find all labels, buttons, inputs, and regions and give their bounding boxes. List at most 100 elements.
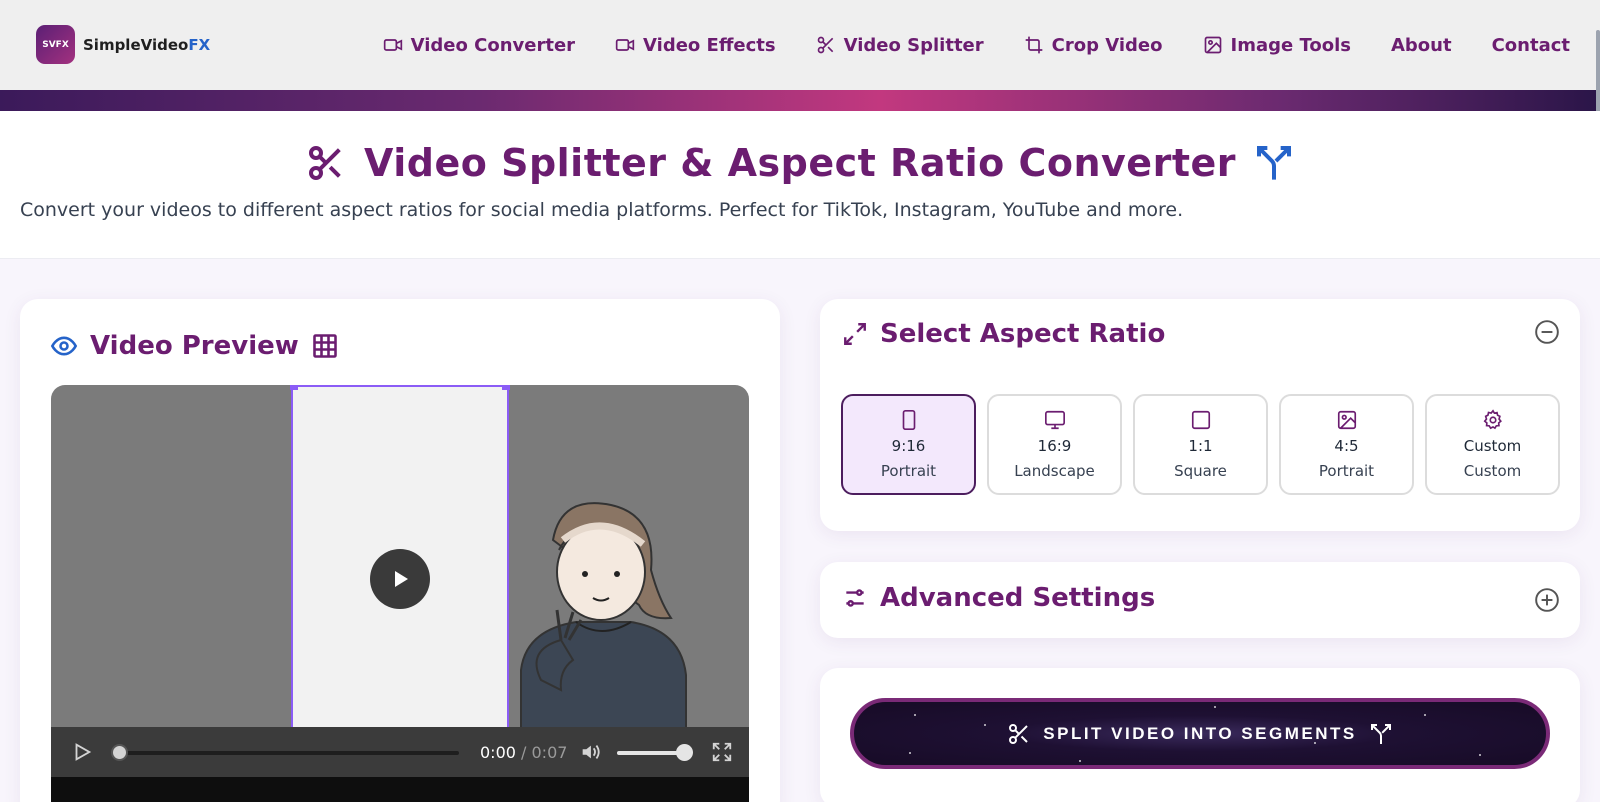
ratio-value: 16:9 [1037, 437, 1072, 455]
advanced-settings-card[interactable]: Advanced Settings [820, 562, 1580, 638]
time-separator: / [515, 743, 532, 762]
ratio-value: 1:1 [1188, 437, 1213, 455]
brand-logo[interactable]: SVFX SimpleVideoFX [36, 25, 210, 64]
video-letterbox [51, 777, 749, 802]
fullscreen-icon[interactable] [711, 741, 733, 763]
page-subtitle: Convert your videos to different aspect … [20, 199, 1184, 221]
sparkle [984, 724, 986, 726]
sparkle [1214, 706, 1216, 708]
ratio-value: 9:16 [891, 437, 926, 455]
sparkle [914, 714, 916, 716]
split-action-card: SPLIT VIDEO INTO SEGMENTS [820, 668, 1580, 802]
ratio-option-16-9[interactable]: 16:9 Landscape [987, 394, 1122, 495]
scissors-icon [817, 36, 833, 54]
brand-name-prefix: SimpleVideo [83, 35, 189, 54]
split-video-label: SPLIT VIDEO INTO SEGMENTS [1043, 723, 1357, 743]
phone-icon [902, 410, 915, 430]
main-nav: Video Converter Video Effects Video Spli… [343, 0, 1570, 90]
nav-video-converter[interactable]: Video Converter [383, 35, 575, 56]
crop-handle-left[interactable] [290, 385, 298, 390]
video-preview-title: Video Preview [90, 331, 299, 361]
scissors-icon [1009, 723, 1028, 744]
brand-name-suffix: FX [188, 35, 211, 54]
video-preview-card: Video Preview 0:00 / 0:07 [20, 299, 780, 802]
current-time: 0:00 [480, 743, 516, 762]
eye-icon [50, 336, 78, 356]
ratio-label: Portrait [1318, 462, 1375, 480]
ratio-label: Portrait [880, 462, 937, 480]
image-icon [1204, 36, 1221, 54]
ratio-label: Custom [1463, 462, 1522, 480]
advanced-settings-header[interactable]: Advanced Settings [842, 583, 1155, 613]
crop-handle-right[interactable] [502, 385, 510, 390]
nav-label: Image Tools [1230, 34, 1351, 56]
video-camera-icon [383, 39, 402, 51]
sliders-icon [846, 589, 864, 607]
play-icon [395, 571, 408, 587]
logo-mark-text: SVFX [42, 39, 69, 50]
ratio-option-4-5[interactable]: 4:5 Portrait [1279, 394, 1414, 495]
logo-mark: SVFX [36, 25, 75, 64]
video-preview-header: Video Preview [50, 331, 339, 361]
sparkle [1424, 714, 1426, 716]
aspect-ratio-options: 9:16 Portrait 16:9 Landscape 1:1 Square … [841, 394, 1560, 495]
nav-video-splitter[interactable]: Video Splitter [816, 35, 984, 56]
nav-contact[interactable]: Contact [1492, 35, 1570, 56]
aspect-ratio-card: Select Aspect Ratio 9:16 Portrait 16:9 L… [820, 299, 1580, 531]
grid-icon[interactable] [311, 332, 339, 360]
top-navigation-bar: SVFX SimpleVideoFX Video Converter Video… [0, 0, 1600, 90]
sparkle [909, 752, 911, 754]
split-arrows-icon [1257, 146, 1291, 180]
nav-label: About [1390, 34, 1452, 56]
time-display: 0:00 / 0:07 [480, 743, 567, 762]
seek-thumb[interactable] [111, 744, 128, 761]
ratio-option-9-16[interactable]: 9:16 Portrait [841, 394, 976, 495]
sparkle [1314, 742, 1316, 744]
nav-label: Crop Video [1051, 34, 1163, 56]
nav-label: Video Splitter [843, 34, 984, 56]
seek-bar[interactable] [119, 751, 459, 755]
video-frame-illustration [520, 502, 687, 730]
gear-icon [1483, 409, 1502, 430]
total-time: 0:07 [531, 743, 568, 762]
play-icon[interactable] [71, 741, 93, 763]
nav-image-tools[interactable]: Image Tools [1203, 35, 1351, 56]
ratio-value: Custom [1463, 437, 1522, 455]
video-controls-bar: 0:00 / 0:07 [51, 727, 749, 777]
volume-thumb[interactable] [676, 744, 693, 761]
monitor-icon [1044, 410, 1065, 430]
aspect-ratio-header[interactable]: Select Aspect Ratio [842, 319, 1165, 349]
play-overlay-button[interactable] [370, 549, 430, 609]
volume-slider[interactable] [617, 751, 683, 755]
page-title-row: Video Splitter & Aspect Ratio Converter [0, 141, 1600, 185]
ratio-label: Square [1174, 462, 1227, 480]
expand-arrows-icon [844, 323, 866, 345]
ratio-label: Landscape [1014, 462, 1095, 480]
nav-label: Video Converter [410, 34, 576, 56]
advanced-settings-title: Advanced Settings [880, 583, 1156, 613]
ratio-value: 4:5 [1334, 437, 1359, 455]
page-title: Video Splitter & Aspect Ratio Converter [364, 141, 1236, 185]
aspect-ratio-title: Select Aspect Ratio [880, 319, 1166, 349]
split-arrows-icon [1370, 723, 1391, 744]
split-video-button[interactable]: SPLIT VIDEO INTO SEGMENTS [850, 698, 1550, 769]
video-camera-icon [615, 39, 635, 51]
nav-about[interactable]: About [1391, 35, 1452, 56]
expand-icon[interactable] [1534, 587, 1560, 613]
nav-crop-video[interactable]: Crop Video [1024, 35, 1163, 56]
header-gradient-bar [0, 90, 1600, 111]
crop-icon [1025, 36, 1042, 54]
square-icon [1191, 410, 1210, 430]
nav-label: Video Effects [643, 34, 776, 56]
ratio-option-1-1[interactable]: 1:1 Square [1133, 394, 1268, 495]
image-icon [1337, 410, 1356, 430]
nav-video-effects[interactable]: Video Effects [615, 35, 776, 56]
scissors-icon [309, 146, 341, 180]
brand-name: SimpleVideoFX [83, 36, 210, 54]
volume-icon[interactable] [579, 741, 601, 763]
sparkle [1079, 760, 1081, 762]
ratio-option-custom[interactable]: Custom Custom [1425, 394, 1560, 495]
title-section: Video Splitter & Aspect Ratio Converter … [0, 111, 1600, 259]
collapse-icon[interactable] [1534, 319, 1560, 345]
video-player[interactable]: 0:00 / 0:07 [51, 385, 749, 802]
